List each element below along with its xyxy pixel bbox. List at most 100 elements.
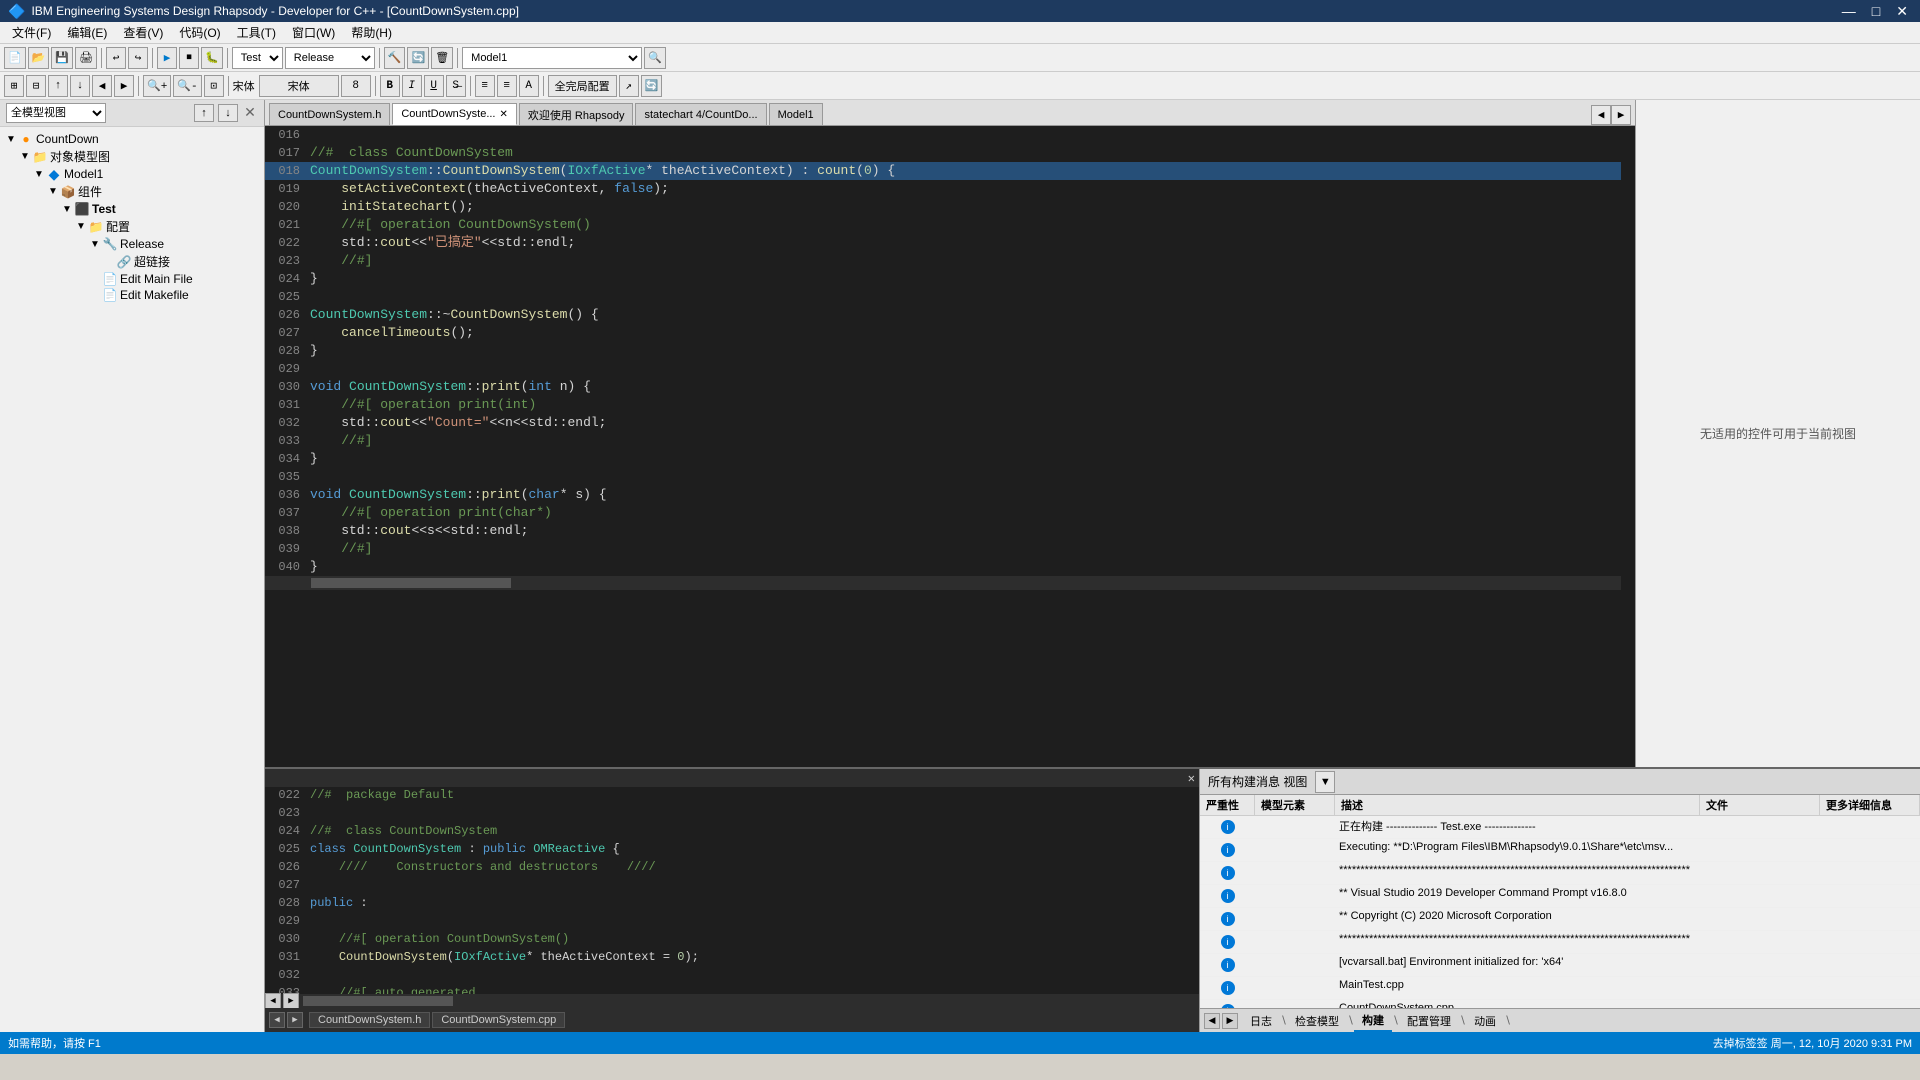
expand-icon-5[interactable]: ▼ <box>60 204 74 215</box>
italic-btn[interactable]: I <box>402 75 422 97</box>
menu-view[interactable]: 查看(V) <box>115 22 171 43</box>
expand-icon-3[interactable]: ▼ <box>32 169 46 180</box>
menu-edit[interactable]: 编辑(E) <box>59 22 115 43</box>
underline-btn[interactable]: U <box>424 75 444 97</box>
maximize-button[interactable]: □ <box>1868 3 1884 20</box>
expand-icon-6[interactable]: ▼ <box>74 221 88 232</box>
build-dropdown[interactable]: ▼ <box>1315 771 1335 793</box>
build-row-2[interactable]: i **************************************… <box>1200 862 1920 885</box>
menu-help[interactable]: 帮助(H) <box>343 22 400 43</box>
tree-up-btn[interactable]: ↑ <box>194 104 214 122</box>
tree-item-release[interactable]: ▼ 🔧 Release <box>4 236 260 252</box>
tree-item-edit-makefile[interactable]: 📄 Edit Makefile <box>4 287 260 303</box>
footer-tab-build[interactable]: 构建 <box>1354 1010 1392 1032</box>
print-btn[interactable]: 🖨 <box>75 47 97 69</box>
tb2-btn5[interactable]: ◀ <box>92 75 112 97</box>
tree-item-hyperlink[interactable]: 🔗 超链接 <box>4 252 260 271</box>
full-config-btn[interactable]: 全完局配置 <box>548 75 617 97</box>
expand-icon-7[interactable]: ▼ <box>88 239 102 250</box>
align-left-btn[interactable]: ≡ <box>475 75 495 97</box>
tb2-btn2[interactable]: ⊟ <box>26 75 46 97</box>
tb2-fit[interactable]: ⊡ <box>204 75 224 97</box>
view-select[interactable]: 全模型视图 <box>6 103 106 123</box>
menu-tools[interactable]: 工具(T) <box>229 22 284 43</box>
scroll-left-btn[interactable]: ◀ <box>265 993 281 1009</box>
build-row-8[interactable]: i CountDownSystem.cpp <box>1200 1000 1920 1008</box>
debug-btn[interactable]: 🐛 <box>201 47 223 69</box>
tb2-extra1[interactable]: ↗ <box>619 75 639 97</box>
minimize-button[interactable]: — <box>1838 3 1860 20</box>
rebuild-btn[interactable]: 🔄 <box>407 47 429 69</box>
tab-file-cpp[interactable]: CountDownSystem.cpp <box>432 1012 565 1028</box>
tb2-extra2[interactable]: 🔄 <box>641 75 663 97</box>
footer-tab-animation[interactable]: 动画 <box>1466 1011 1504 1031</box>
clean-btn[interactable]: 🗑 <box>431 47 453 69</box>
font-size[interactable]: 8 <box>341 75 371 97</box>
build-btn[interactable]: 🔨 <box>384 47 406 69</box>
menu-window[interactable]: 窗口(W) <box>284 22 343 43</box>
tab-file-h[interactable]: CountDownSystem.h <box>309 1012 430 1028</box>
build-row-3[interactable]: i ** Visual Studio 2019 Developer Comman… <box>1200 885 1920 908</box>
font-select[interactable]: 宋体 <box>259 75 339 97</box>
code-editor[interactable]: 016 017 //# class CountDownSystem 018 Co… <box>265 126 1635 767</box>
tb2-zoom-in[interactable]: 🔍+ <box>143 75 171 97</box>
menu-file[interactable]: 文件(F) <box>4 22 59 43</box>
tree-item-edit-main[interactable]: 📄 Edit Main File <box>4 271 260 287</box>
bottom-horiz-scrollbar[interactable]: ◀ ▶ <box>265 994 1199 1008</box>
tree-down-btn[interactable]: ↓ <box>218 104 238 122</box>
tb2-btn3[interactable]: ↑ <box>48 75 68 97</box>
scroll-tabs-right[interactable]: ▶ <box>1611 105 1631 125</box>
align-center-btn[interactable]: ≡ <box>497 75 517 97</box>
tree-item-test[interactable]: ▼ ⬛ Test <box>4 201 260 217</box>
scroll-tabs-left[interactable]: ◀ <box>1591 105 1611 125</box>
build-tab-scroll-right[interactable]: ▶ <box>1222 1013 1238 1029</box>
undo-btn[interactable]: ↩ <box>106 47 126 69</box>
tree-item-countdown[interactable]: ▼ ● CountDown <box>4 131 260 147</box>
tree-item-obj-model[interactable]: ▼ 📁 对象模型图 <box>4 147 260 166</box>
tab-model1[interactable]: Model1 <box>769 103 823 125</box>
bottom-code[interactable]: 022 //# package Default 023 024 //# clas… <box>265 787 1199 994</box>
horiz-scroll-thumb[interactable] <box>311 578 511 588</box>
tb2-btn1[interactable]: ⊞ <box>4 75 24 97</box>
footer-tab-config[interactable]: 配置管理 <box>1399 1011 1459 1031</box>
tree-item-components[interactable]: ▼ 📦 组件 <box>4 182 260 201</box>
expand-icon-4[interactable]: ▼ <box>46 186 60 197</box>
tab-close-btn[interactable]: ✕ <box>499 109 507 120</box>
expand-icon-2[interactable]: ▼ <box>18 151 32 162</box>
build-row-1[interactable]: i Executing: **D:\Program Files\IBM\Rhap… <box>1200 839 1920 862</box>
horiz-scrollbar[interactable] <box>265 576 1621 590</box>
expand-icon[interactable]: ▼ <box>4 134 18 145</box>
stop-btn[interactable]: ⏹ <box>179 47 199 69</box>
bottom-close-icon[interactable]: ✕ <box>1188 771 1195 786</box>
model-search-btn[interactable]: 🔍 <box>644 47 666 69</box>
file-scroll-left[interactable]: ◀ <box>269 1012 285 1028</box>
tree-item-model1[interactable]: ▼ ◆ Model1 <box>4 166 260 182</box>
tab-statechart[interactable]: statechart 4/CountDo... <box>635 103 766 125</box>
file-scroll-right[interactable]: ▶ <box>287 1012 303 1028</box>
footer-tab-log[interactable]: 日志 <box>1242 1011 1280 1031</box>
build-row-6[interactable]: i [vcvarsall.bat] Environment initialize… <box>1200 954 1920 977</box>
tab-header-h[interactable]: CountDownSystem.h <box>269 103 390 125</box>
build-row-0[interactable]: i 正在构建 -------------- Test.exe ---------… <box>1200 816 1920 839</box>
strikethrough-btn[interactable]: S̶ <box>446 75 466 97</box>
test-select[interactable]: Test <box>232 47 283 69</box>
build-row-7[interactable]: i MainTest.cpp <box>1200 977 1920 1000</box>
new-btn[interactable]: 📄 <box>4 47 26 69</box>
color-btn[interactable]: A <box>519 75 539 97</box>
close-button[interactable]: ✕ <box>1892 3 1912 20</box>
run-btn[interactable]: ▶ <box>157 47 177 69</box>
tab-welcome[interactable]: 欢迎使用 Rhapsody <box>519 103 634 125</box>
tree-item-config[interactable]: ▼ 📁 配置 <box>4 217 260 236</box>
left-panel-close[interactable]: ✕ <box>242 104 258 120</box>
tab-cpp[interactable]: CountDownSyste... ✕ <box>392 103 517 125</box>
bottom-scroll-thumb[interactable] <box>303 996 453 1006</box>
footer-tab-check[interactable]: 检查模型 <box>1287 1011 1347 1031</box>
tb2-btn6[interactable]: ▶ <box>114 75 134 97</box>
build-row-5[interactable]: i **************************************… <box>1200 931 1920 954</box>
build-tab-scroll-left[interactable]: ◀ <box>1204 1013 1220 1029</box>
open-btn[interactable]: 📂 <box>28 47 50 69</box>
menu-code[interactable]: 代码(O) <box>171 22 228 43</box>
model-select[interactable]: Model1 <box>462 47 642 69</box>
tb2-zoom-out[interactable]: 🔍- <box>173 75 201 97</box>
bold-btn[interactable]: B <box>380 75 400 97</box>
